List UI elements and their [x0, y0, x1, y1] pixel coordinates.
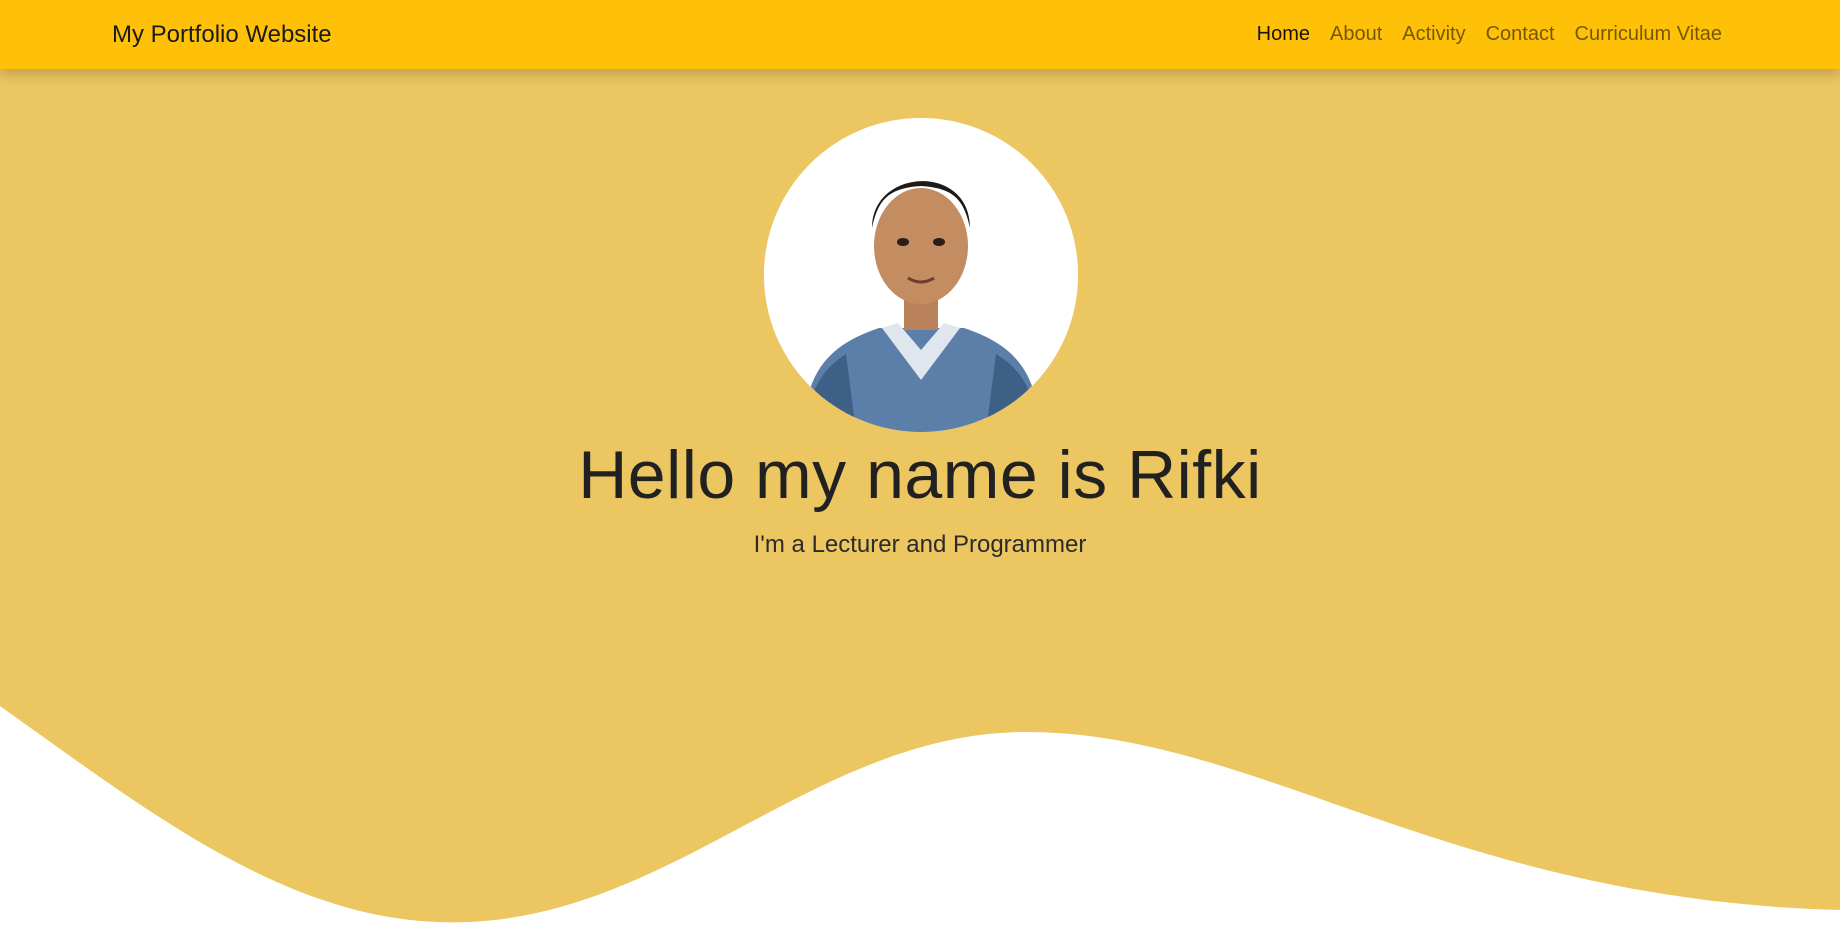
- brand-link[interactable]: My Portfolio Website: [112, 0, 332, 69]
- nav-link-activity[interactable]: Activity: [1402, 23, 1465, 45]
- nav-links: Home About Activity Contact Curriculum V…: [1237, 0, 1722, 69]
- avatar: [764, 118, 1078, 432]
- hero-subtitle: I'm a Lecturer and Programmer: [753, 531, 1087, 558]
- hero-section: Hello my name is Rifki I'm a Lecturer an…: [0, 0, 1840, 928]
- profile-photo-icon: [764, 118, 1078, 432]
- portfolio-page: Hello my name is Rifki I'm a Lecturer an…: [0, 0, 1840, 928]
- nav-item-activity: Activity: [1402, 23, 1465, 46]
- top-navbar: My Portfolio Website Home About Activity…: [0, 0, 1840, 69]
- nav-link-about[interactable]: About: [1330, 23, 1382, 45]
- nav-item-about: About: [1330, 23, 1382, 46]
- nav-link-contact[interactable]: Contact: [1486, 23, 1555, 45]
- nav-link-curriculum-vitae[interactable]: Curriculum Vitae: [1575, 23, 1722, 45]
- nav-link-home[interactable]: Home: [1257, 23, 1310, 45]
- hero-title: Hello my name is Rifki: [578, 437, 1262, 513]
- nav-item-contact: Contact: [1486, 23, 1555, 46]
- nav-item-home: Home: [1257, 23, 1310, 46]
- nav-item-curriculum-vitae: Curriculum Vitae: [1575, 23, 1722, 46]
